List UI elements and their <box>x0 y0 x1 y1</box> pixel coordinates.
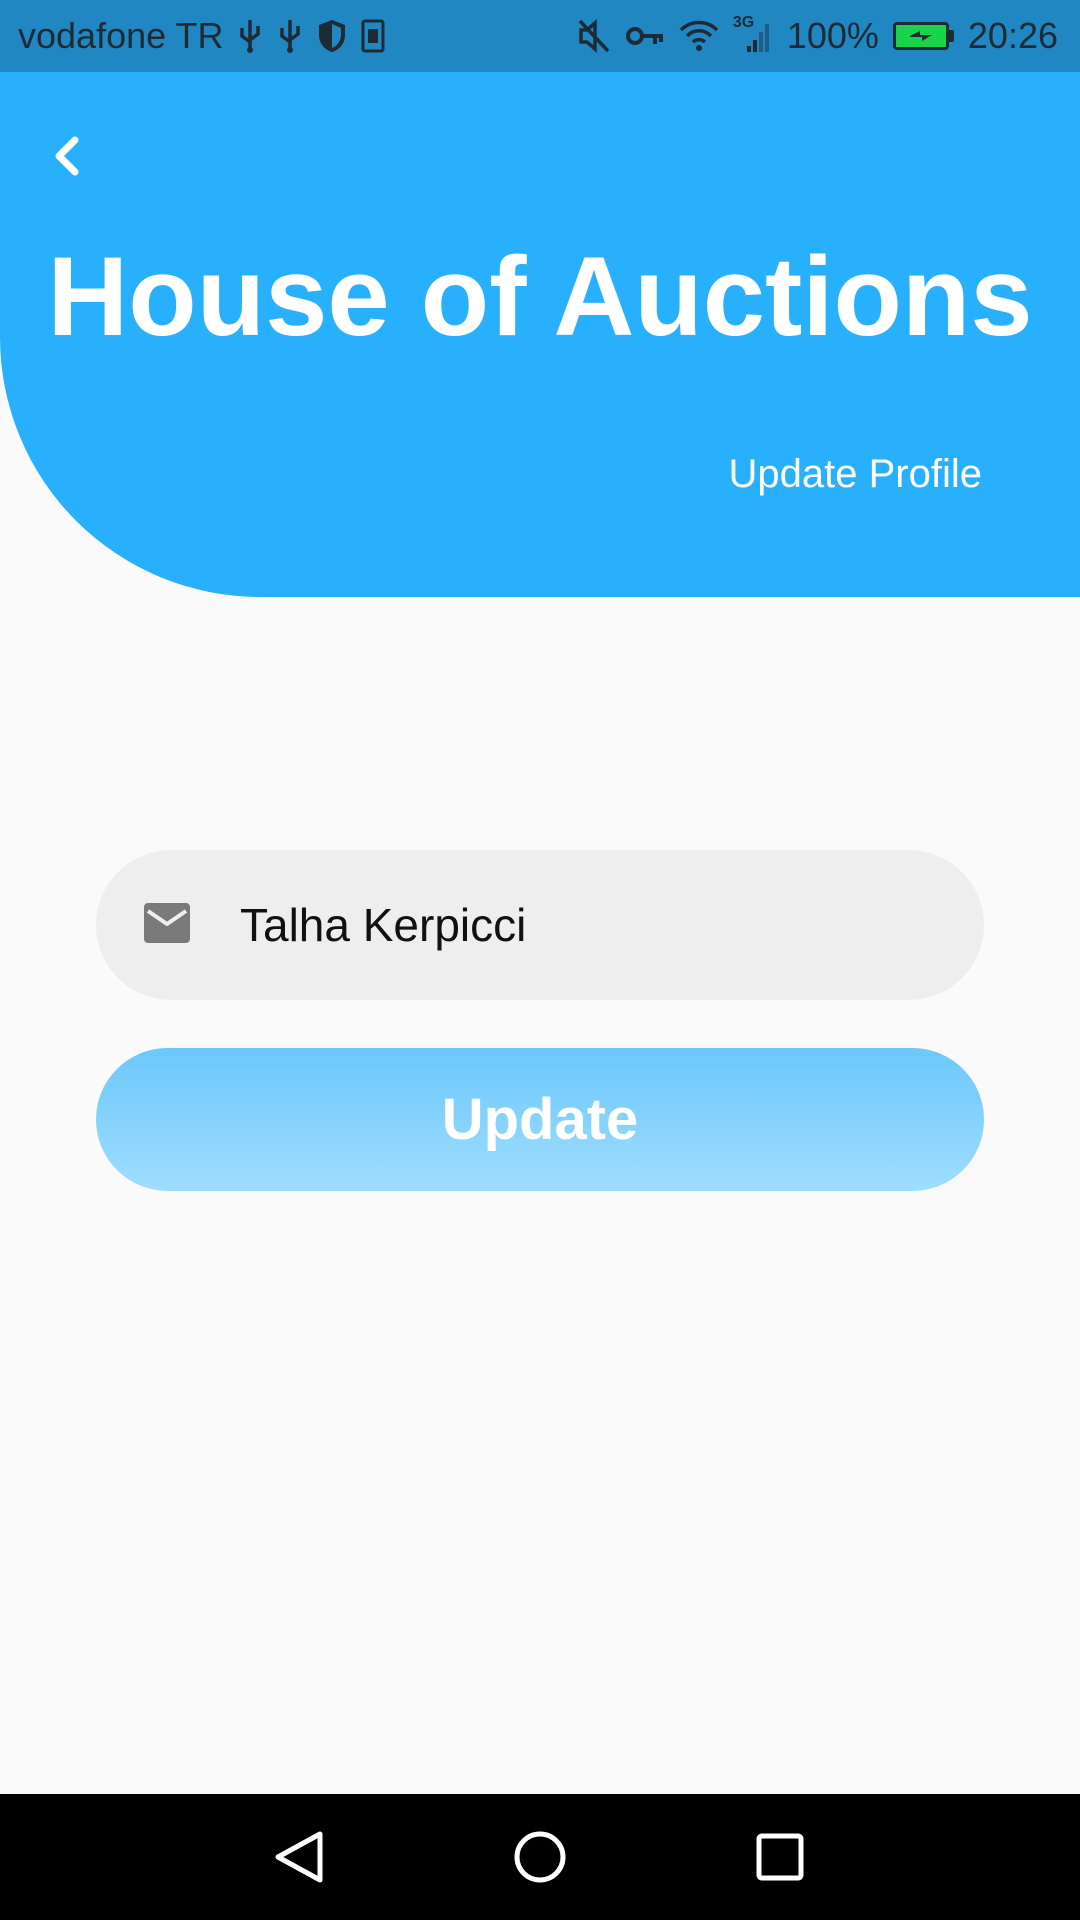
recents-icon <box>756 1833 804 1881</box>
page-subtitle: Update Profile <box>728 452 982 496</box>
usb-icon <box>237 18 263 54</box>
update-button[interactable]: Update <box>96 1048 984 1191</box>
navigation-bar <box>0 1794 1080 1920</box>
name-field[interactable] <box>96 850 984 1000</box>
nav-home-button[interactable] <box>505 1822 575 1892</box>
carrier-label: vodafone TR <box>18 15 224 56</box>
back-icon <box>275 1831 323 1883</box>
signal-icon: 3G <box>733 14 773 54</box>
name-input[interactable] <box>240 850 940 1000</box>
usb-icon <box>277 18 303 54</box>
shield-icon <box>317 18 347 54</box>
back-button[interactable] <box>38 128 94 184</box>
update-button-label: Update <box>441 1087 639 1152</box>
status-bar: vodafone TR 3G 100% 20:26 <box>0 0 1080 72</box>
status-left: vodafone TR <box>18 15 385 57</box>
battery-charging-icon <box>892 22 954 50</box>
chevron-left-icon <box>55 136 79 176</box>
status-right: 3G 100% 20:26 <box>577 14 1058 57</box>
mute-icon <box>577 18 611 54</box>
mail-icon <box>144 903 190 943</box>
screen: vodafone TR 3G 100% 20:26 House of Aucti… <box>0 0 1080 1920</box>
app-title: House of Auctions <box>47 234 1033 359</box>
nav-recents-button[interactable] <box>745 1822 815 1892</box>
sim-card-icon <box>361 19 385 53</box>
clock: 20:26 <box>967 15 1058 56</box>
network-type-label: 3G <box>732 14 755 31</box>
wifi-icon <box>679 20 719 52</box>
vpn-key-icon <box>625 24 665 48</box>
header: House of Auctions Update Profile <box>0 72 1080 597</box>
nav-back-button[interactable] <box>264 1822 334 1892</box>
home-icon <box>514 1831 566 1883</box>
battery-percent: 100% <box>786 15 879 56</box>
